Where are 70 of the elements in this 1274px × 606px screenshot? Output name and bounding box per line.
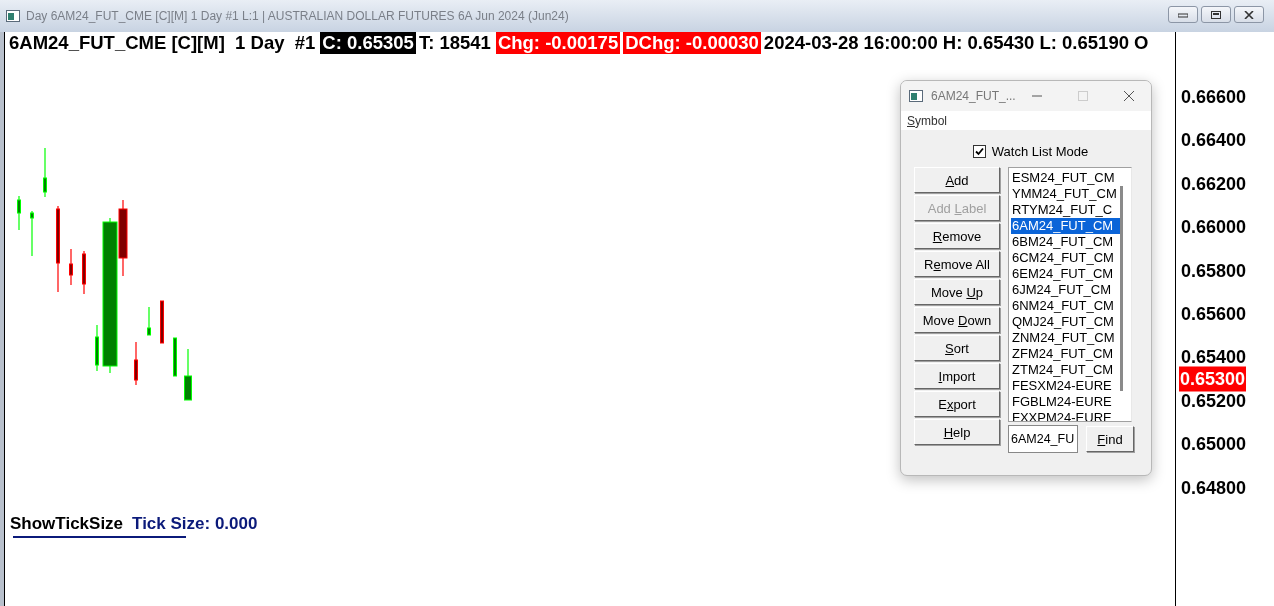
candle [134,341,138,386]
watchlist-row[interactable]: 6JM24_FUT_CM [1011,282,1120,298]
price-label: 0.66000 [1181,216,1247,238]
watchlist-row[interactable]: RTYM24_FUT_C [1011,202,1120,218]
menu-item[interactable]: Symbol [907,113,948,128]
price-label: 0.65800 [1181,260,1247,282]
watchlist-row[interactable]: 6AM24_FUT_CM [1011,218,1120,234]
price-label: 0.65400 [1181,346,1247,368]
watchlist-row[interactable]: 6BM24_FUT_CM [1011,234,1120,250]
price-label: 0.64800 [1181,477,1247,499]
dialog-button[interactable]: Help [914,419,1000,445]
candle [95,324,99,372]
close-icon[interactable] [1123,90,1135,102]
find-button[interactable]: Find [1086,426,1134,452]
quote-field: C: 0.65305 [320,32,416,54]
watchlist-row[interactable]: QMJ24_FUT_CM [1011,314,1120,330]
scrollbar-thumb[interactable] [1120,186,1123,391]
quote-field: Chg: -0.00175 [495,32,621,54]
candle [43,147,47,198]
app-icon [6,10,20,22]
close-button[interactable] [1234,6,1264,23]
close-icon [1244,10,1254,19]
candle [147,306,151,336]
current-price-label: 0.65300 [1179,366,1247,392]
candle [173,337,177,377]
price-label: 0.66200 [1181,173,1247,195]
app-icon [909,90,923,102]
price-label: 0.65200 [1181,390,1247,412]
quote-field: 6AM24_FUT_CME [C][M] 1 Day #1 [9,32,318,54]
checkbox[interactable] [972,145,986,158]
candle [160,300,164,344]
dialog-button[interactable]: Export [914,391,1000,417]
dialog-button[interactable]: Move Down [914,307,1000,333]
dialog-button[interactable]: Remove [914,223,1000,249]
watchlist-row[interactable]: ZFM24_FUT_CM [1011,346,1120,362]
restore-icon [1211,10,1221,19]
watchlist-row[interactable]: ZNM24_FUT_CM [1011,330,1120,346]
watchlist-row[interactable]: FESXM24-EURE [1011,378,1120,394]
quote-field: T: 18541 [418,32,493,54]
quote-field: 2024-03-28 16:00:00 H: 0.65430 L: 0.65190 O [763,32,1151,54]
candle [184,348,192,401]
price-label: 0.66400 [1181,129,1247,151]
watchlist-row[interactable]: FGBLM24-EURE [1011,394,1120,410]
candle [69,248,73,286]
dialog-button[interactable]: Move Up [914,279,1000,305]
watchlist-row[interactable]: ZTM24_FUT_CM [1011,362,1120,378]
study-name: ShowTickSize [10,514,124,534]
watchlist-row[interactable]: 6CM24_FUT_CM [1011,250,1120,266]
dialog-title: 6AM24_FUT_... [931,89,1016,103]
watchlist-row[interactable]: 6EM24_FUT_CM [1011,266,1120,282]
maximize-button[interactable] [1201,6,1231,23]
dialog-button[interactable]: Remove All [914,251,1000,277]
candle [17,195,21,231]
dialog-button[interactable]: Add [914,167,1000,193]
checkbox-label: Watch List Mode [991,144,1089,159]
quote-field: DChg: -0.00030 [623,32,761,54]
dialog-button[interactable]: Sort [914,335,1000,361]
window-title: Day 6AM24_FUT_CME [C][M] 1 Day #1 L:1 | AUSTRALIAN DOLLAR FUTURES 6A Jun 2024 (Jun24) [26,9,569,23]
watchlist-row[interactable]: ESM24_FUT_CM [1011,170,1120,186]
price-label: 0.66600 [1181,86,1247,108]
price-label: 0.65600 [1181,303,1247,325]
candle [82,250,86,295]
tick-size-label: Tick Size: 0.000 [132,514,258,534]
candle [30,210,34,257]
dialog-button[interactable]: Import [914,363,1000,389]
price-label: 0.65000 [1181,433,1247,455]
watchlist-row[interactable]: YMM24_FUT_CM [1011,186,1120,202]
find-field[interactable]: 6AM24_FU [1008,425,1078,453]
minimize-icon [1178,11,1188,18]
watchlist-row[interactable]: 6NM24_FUT_CM [1011,298,1120,314]
